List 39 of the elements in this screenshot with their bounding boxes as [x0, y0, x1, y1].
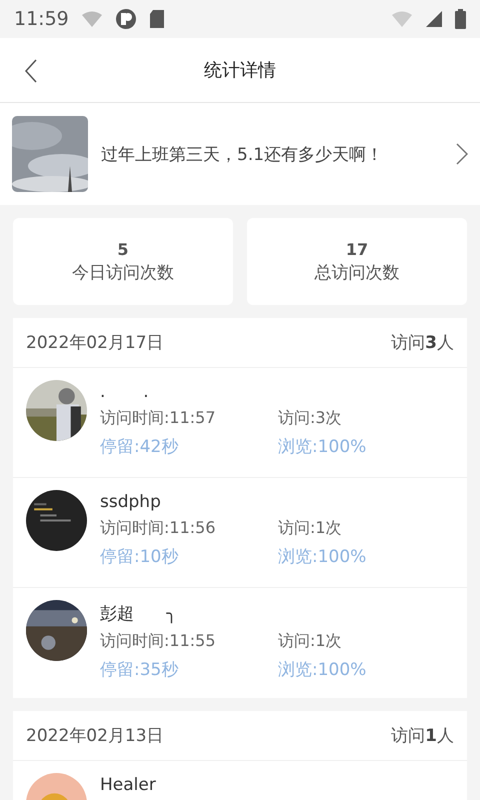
stat-label: 今日访问次数 [72, 262, 174, 284]
visit-time: 访问时间:11:57 [100, 408, 216, 429]
stay-duration: 停留:35秒 [100, 659, 180, 681]
visitor-row[interactable]: ssdphp 访问时间:11:56 访问:1次 停留:10秒 浏览:100% [13, 478, 467, 588]
wifi-icon [391, 11, 413, 27]
visitor-name: ssdphp [100, 492, 162, 512]
visit-count: 访问:3次 [278, 408, 343, 429]
stat-label: 总访问次数 [314, 262, 400, 284]
stay-duration: 停留:10秒 [100, 546, 180, 568]
visit-date: 2022年02月17日 [26, 332, 164, 354]
stay-duration: 停留:42秒 [100, 436, 180, 458]
article-title[interactable]: 过年上班第三天，5.1还有多少天啊！ [101, 142, 443, 166]
browse-rate: 浏览:100% [278, 546, 368, 568]
app-icon [114, 8, 137, 30]
visit-count: 访问:1次 [278, 631, 343, 652]
visit-time: 访问时间:11:56 [100, 518, 216, 539]
battery-icon [455, 9, 466, 29]
status-time: 11:59 [14, 8, 69, 30]
visitor-count: 访问1人 [391, 725, 454, 747]
page-title: 统计详情 [204, 59, 276, 82]
back-icon[interactable] [24, 59, 38, 83]
visitor-name: . . [100, 382, 150, 402]
visitor-row[interactable]: 彭超 ╮ 访问时间:11:55 访问:1次 停留:35秒 浏览:100% [13, 588, 467, 698]
visit-date: 2022年02月13日 [26, 725, 164, 747]
stat-value: 5 [117, 240, 129, 258]
visit-time: 访问时间:11:55 [100, 631, 216, 652]
signal-icon [425, 10, 443, 28]
visitor-row[interactable]: . . 访问时间:11:57 访问:3次 停留:42秒 浏览:100% [13, 368, 467, 478]
visitor-name: Healer [100, 775, 157, 795]
visitor-name: 彭超 ╮ [100, 603, 178, 625]
browse-rate: 浏览:100% [278, 436, 368, 458]
wifi-icon [80, 11, 103, 27]
visit-count: 访问:1次 [278, 518, 343, 539]
sd-card-icon [148, 9, 165, 29]
browse-rate: 浏览:100% [278, 659, 368, 681]
stat-value: 17 [346, 240, 368, 258]
visitor-row[interactable]: Healer [13, 761, 467, 800]
visitor-count: 访问3人 [391, 332, 454, 354]
chevron-right-icon[interactable] [456, 143, 468, 165]
